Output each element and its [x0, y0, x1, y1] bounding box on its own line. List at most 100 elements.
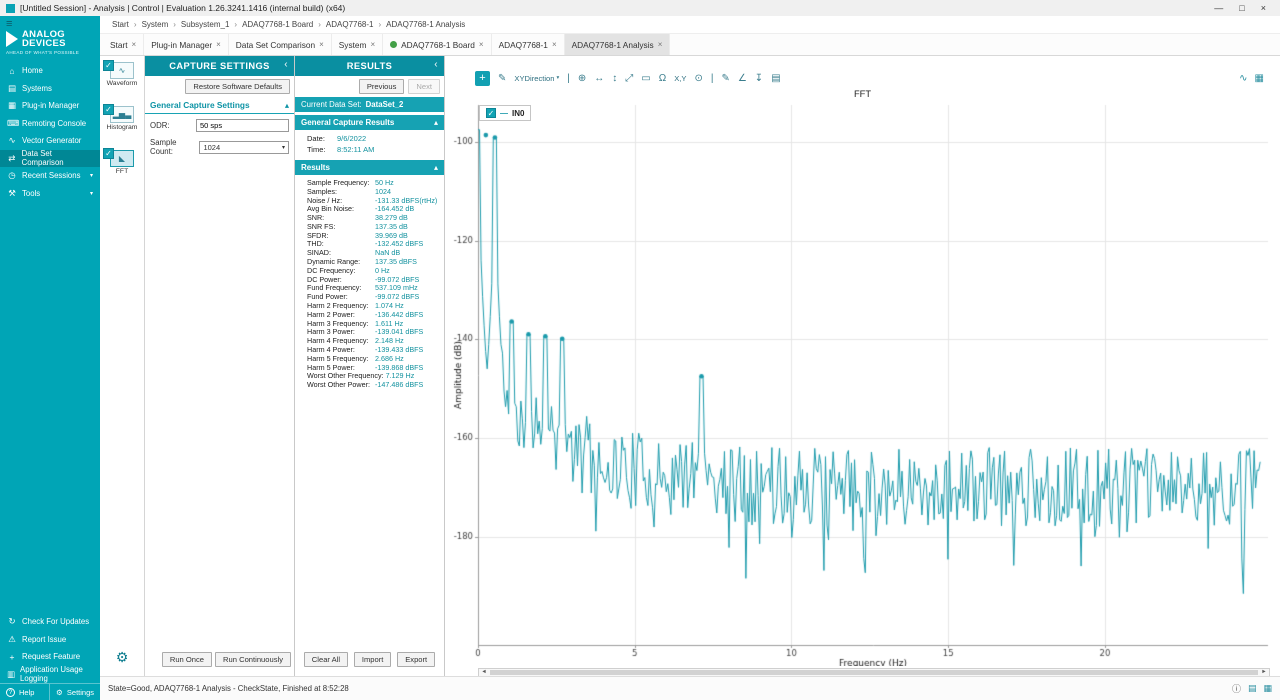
- info-icon[interactable]: ⓘ: [1232, 682, 1241, 695]
- collapse-panel-icon[interactable]: ‹: [284, 59, 288, 70]
- tab[interactable]: Data Set Comparison ×: [229, 34, 332, 55]
- toolbar-item[interactable]: ▦: [1255, 73, 1264, 84]
- sidebar-item[interactable]: ▥ Application Usage Logging: [0, 666, 100, 684]
- toolbar-item[interactable]: ✎ ▾: [721, 73, 729, 84]
- run-continuously-button[interactable]: Run Continuously: [215, 652, 291, 667]
- toolbar-item[interactable]: ∿: [1239, 73, 1247, 84]
- breadcrumb-item[interactable]: ADAQ7768-1: [324, 20, 376, 29]
- minimize-button[interactable]: —: [1214, 3, 1223, 13]
- toolbar-item[interactable]: ▭ ▾: [641, 73, 650, 84]
- tab[interactable]: ADAQ7768-1 Board ×: [383, 34, 491, 55]
- window-mode-icon[interactable]: ▦: [1263, 683, 1272, 694]
- breadcrumb-item[interactable]: System: [140, 20, 171, 29]
- toolbar-item[interactable]: ⤢ ▾: [625, 73, 633, 84]
- sidebar-item[interactable]: ⌨ Remoting Console ▾: [0, 115, 100, 133]
- scrollbar-thumb[interactable]: [490, 670, 1258, 675]
- collapse-panel-icon[interactable]: ‹: [434, 59, 438, 70]
- sidebar-item[interactable]: ▦ Plug-in Manager ▾: [0, 97, 100, 115]
- result-row: Sample Frequency: 50 Hz: [295, 178, 444, 187]
- maximize-button[interactable]: □: [1239, 3, 1244, 13]
- status-bar: State=Good, ADAQ7768-1 Analysis - CheckS…: [100, 676, 1280, 700]
- fft-plot[interactable]: [445, 96, 1280, 666]
- tab[interactable]: Plug-in Manager ×: [144, 34, 229, 55]
- tab-close-icon[interactable]: ×: [552, 40, 557, 49]
- breadcrumb-separator: ›: [170, 20, 179, 29]
- help-button[interactable]: ? Help: [0, 684, 49, 700]
- sidebar-item[interactable]: ▤ Systems ▾: [0, 80, 100, 98]
- tab[interactable]: System ×: [332, 34, 383, 55]
- toolbar-item[interactable]: | ▾: [711, 73, 714, 84]
- toolbar-item[interactable]: ⊙ ▾: [694, 73, 702, 84]
- sidebar-item[interactable]: + Request Feature: [0, 648, 100, 666]
- tab-close-icon[interactable]: ×: [479, 40, 484, 49]
- export-button[interactable]: Export: [397, 652, 435, 667]
- scroll-right-icon[interactable]: ►: [1259, 669, 1269, 676]
- sidebar-item[interactable]: ⚒ Tools ▾: [0, 185, 100, 203]
- previous-button[interactable]: Previous: [359, 79, 405, 94]
- collapse-section-icon[interactable]: ▴: [434, 118, 438, 127]
- series-checkbox[interactable]: ✓: [486, 108, 496, 118]
- toolbar-item[interactable]: ⊕ ▾: [578, 73, 586, 84]
- tab-close-icon[interactable]: ×: [319, 40, 324, 49]
- breadcrumb: Start› System› Subsystem_1› ADAQ7768-1 B…: [100, 16, 1280, 34]
- zoom-icon: ⊙: [694, 73, 702, 84]
- tab[interactable]: ADAQ7768-1 ×: [492, 34, 565, 55]
- capture-settings-panel: CAPTURE SETTINGS ‹ Restore Software Defa…: [145, 56, 295, 676]
- toolbar-item[interactable]: ▤ ▾: [771, 73, 780, 84]
- scroll-left-icon[interactable]: ◄: [479, 669, 489, 676]
- close-button[interactable]: ×: [1261, 3, 1266, 13]
- layout-icon[interactable]: ▤: [1248, 683, 1257, 694]
- chart-type-icon: ∿: [1239, 73, 1247, 84]
- tab[interactable]: Start ×: [103, 34, 144, 55]
- clear-all-button[interactable]: Clear All: [304, 652, 348, 667]
- tab-close-icon[interactable]: ×: [370, 40, 375, 49]
- sidebar-item[interactable]: ⌂ Home ▾: [0, 62, 100, 80]
- result-row: DC Frequency: 0 Hz: [295, 266, 444, 275]
- breadcrumb-item[interactable]: Start: [110, 20, 131, 29]
- sidebar-item[interactable]: ⚠ Report Issue: [0, 631, 100, 649]
- gear-icon: ⚙: [56, 688, 63, 697]
- toolbar-item[interactable]: ↧ ▾: [755, 73, 763, 84]
- result-row: Noise / Hz: -131.33 dBFS(rtHz): [295, 196, 444, 205]
- view-item[interactable]: ✓ ∿ Waveform: [100, 59, 144, 103]
- toolbar-item[interactable]: X,Y ▾: [674, 74, 686, 83]
- breadcrumb-item[interactable]: Subsystem_1: [179, 20, 231, 29]
- restore-defaults-button[interactable]: Restore Software Defaults: [185, 79, 290, 94]
- collapse-section-icon[interactable]: ▴: [434, 163, 438, 172]
- toolbar-item[interactable]: | ▾: [567, 73, 570, 84]
- odr-input[interactable]: [196, 119, 289, 132]
- toolbar-item[interactable]: Ω ▾: [659, 73, 666, 84]
- sidebar-item[interactable]: ◷ Recent Sessions ▾: [0, 167, 100, 185]
- sidebar-item[interactable]: ∿ Vector Generator ▾: [0, 132, 100, 150]
- hamburger-menu-icon[interactable]: ≡: [0, 16, 100, 29]
- brush-icon: ✎: [498, 73, 506, 84]
- breadcrumb-item[interactable]: ADAQ7768-1 Analysis: [384, 20, 467, 29]
- settings-button[interactable]: ⚙ Settings: [49, 684, 100, 700]
- tab[interactable]: ADAQ7768-1 Analysis ×: [565, 34, 671, 55]
- collapse-section-icon[interactable]: ▴: [285, 100, 289, 110]
- tab-close-icon[interactable]: ×: [658, 40, 663, 49]
- view-checkbox[interactable]: ✓: [103, 148, 114, 159]
- sidebar-item[interactable]: ⇄ Data Set Comparison ▾: [0, 150, 100, 168]
- next-button[interactable]: Next: [408, 79, 440, 94]
- analysis-settings-gear-icon[interactable]: ⚙: [100, 649, 144, 666]
- toolbar-item[interactable]: XYDirection ▾: [514, 74, 559, 83]
- sidebar-item[interactable]: ↻ Check For Updates: [0, 613, 100, 631]
- toolbar-item[interactable]: ↕ ▾: [612, 73, 617, 84]
- view-item[interactable]: ✓ ◣ FFT: [100, 147, 144, 191]
- sample-count-dropdown[interactable]: 1024 ▾: [199, 141, 289, 154]
- view-item[interactable]: ✓ ▂▅▃ Histogram: [100, 103, 144, 147]
- import-button[interactable]: Import: [354, 652, 392, 667]
- pan-icon: ⊕: [578, 73, 586, 84]
- toolbar-item[interactable]: + ▾: [475, 71, 490, 86]
- view-checkbox[interactable]: ✓: [103, 60, 114, 71]
- toolbar-item[interactable]: ↔ ▾: [594, 73, 604, 84]
- breadcrumb-item[interactable]: ADAQ7768-1 Board: [240, 20, 315, 29]
- view-checkbox[interactable]: ✓: [103, 104, 114, 115]
- run-once-button[interactable]: Run Once: [162, 652, 212, 667]
- toolbar-item[interactable]: ∠ ▾: [738, 73, 747, 84]
- tab-close-icon[interactable]: ×: [132, 40, 137, 49]
- toolbar-item[interactable]: ✎ ▾: [498, 73, 506, 84]
- tab-close-icon[interactable]: ×: [216, 40, 221, 49]
- status-text: State=Good, ADAQ7768-1 Analysis - CheckS…: [108, 684, 349, 693]
